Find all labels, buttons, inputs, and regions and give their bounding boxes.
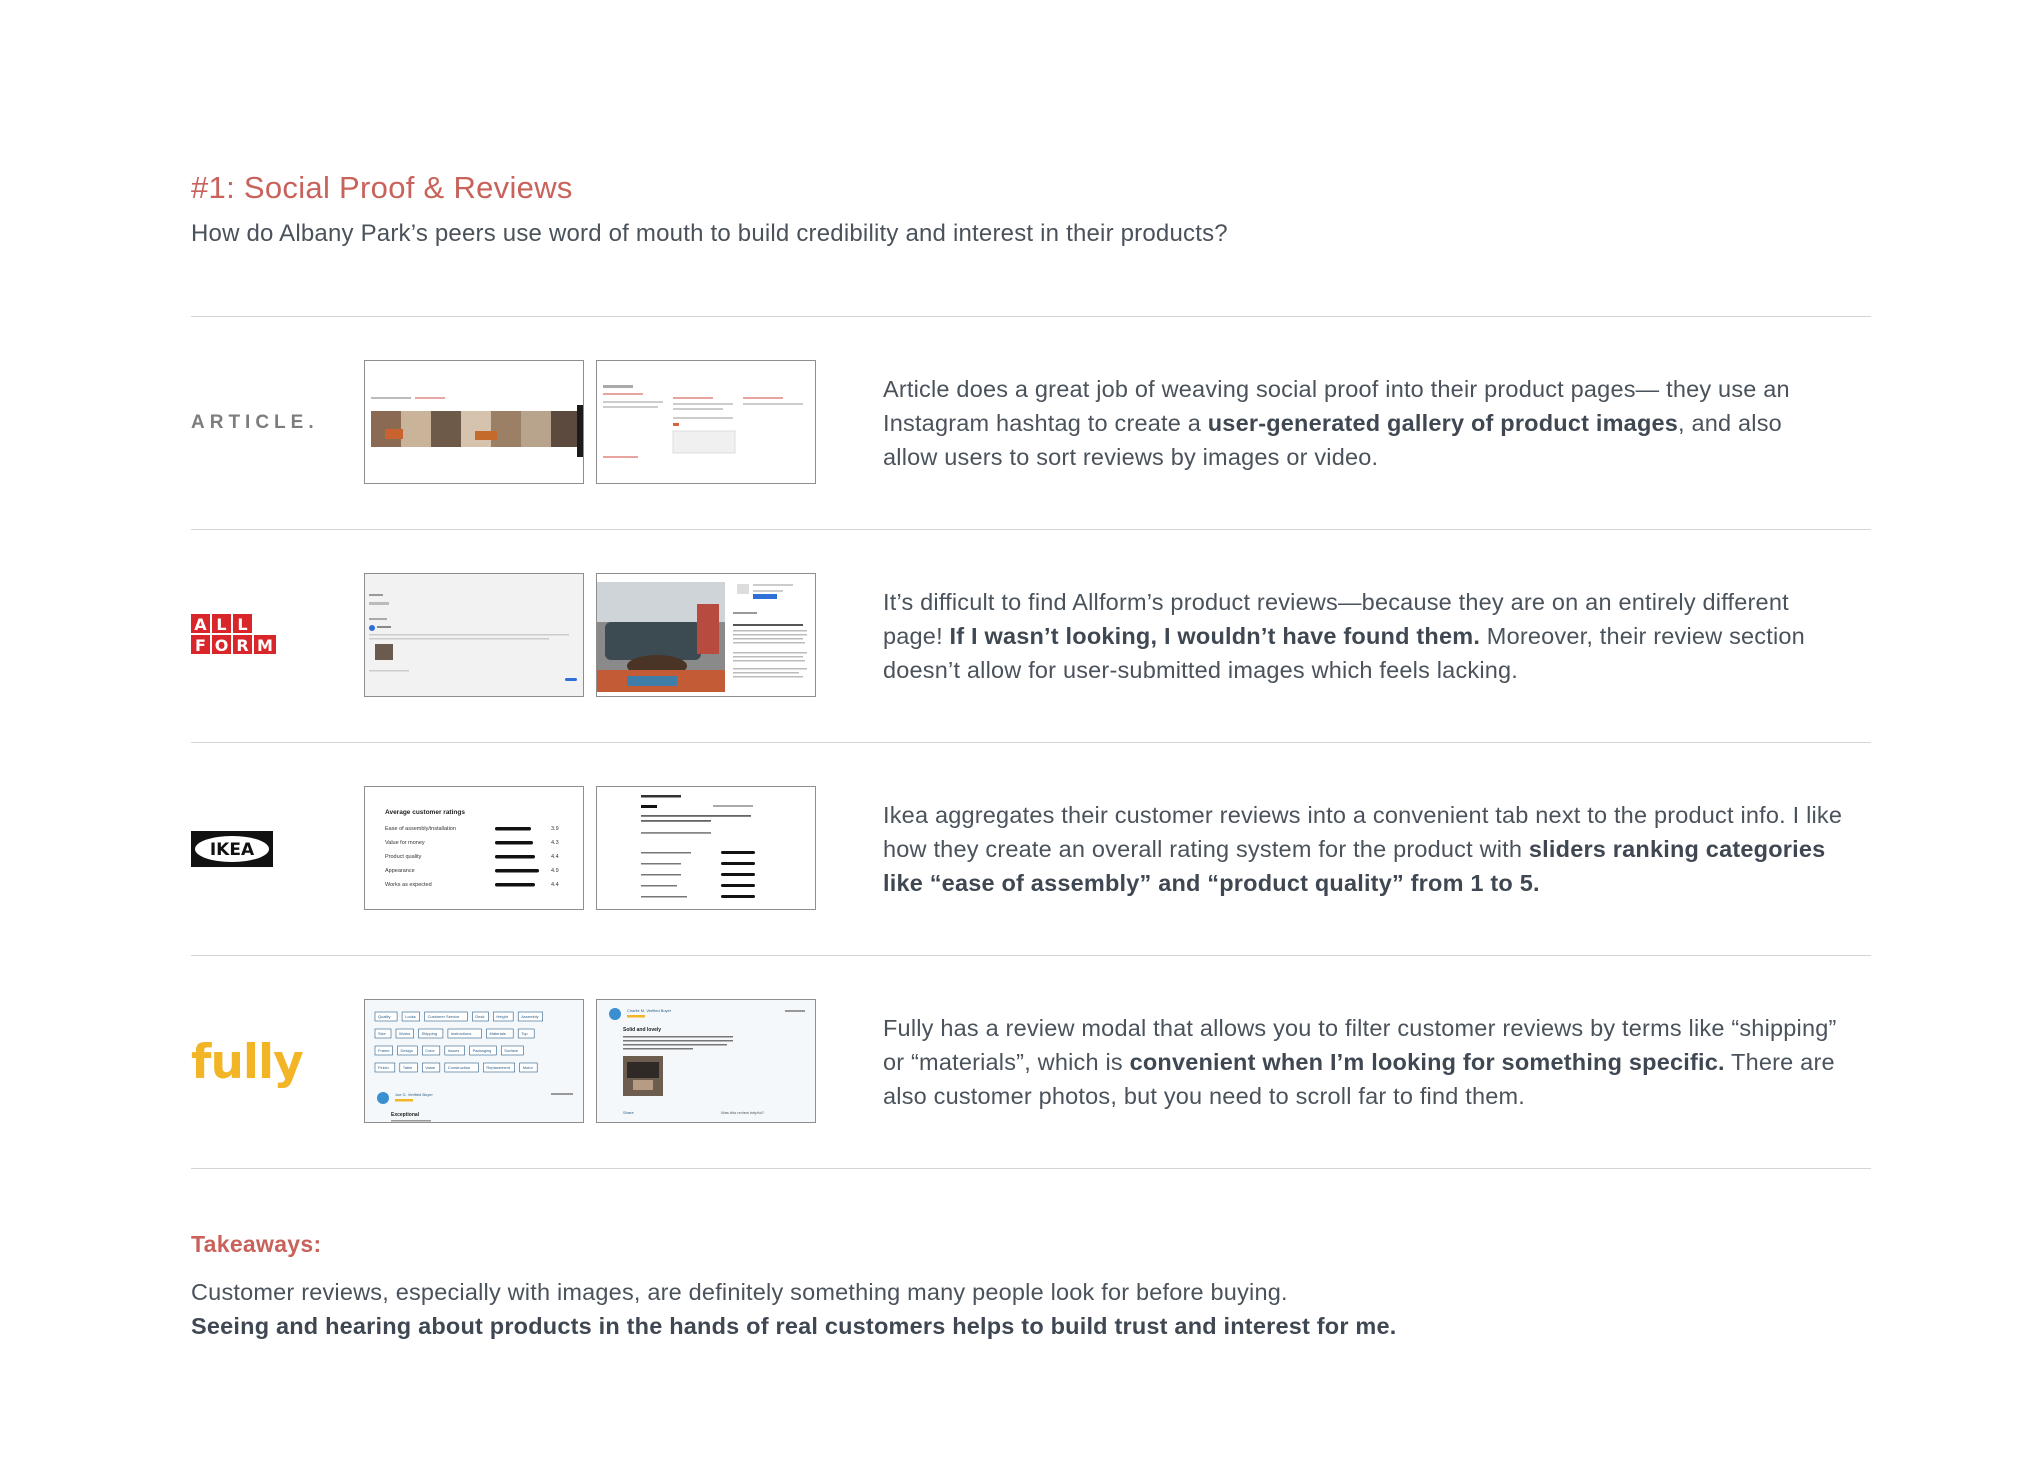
fully-share-link: Share bbox=[623, 1110, 634, 1115]
ikea-rating-label: Ease of assembly/installation bbox=[385, 826, 456, 832]
article-logo-text: ARTICLE. bbox=[191, 412, 319, 433]
ikea-screenshot-average-ratings: Average customer ratings Ease of assembl… bbox=[364, 786, 584, 910]
fully-filter-tag-label: Construction bbox=[448, 1065, 470, 1070]
fully-desc-bold: convenient when I’m looking for somethin… bbox=[1129, 1049, 1725, 1075]
ikea-description: Ikea aggregates their customer reviews i… bbox=[883, 743, 1843, 955]
allform-logo: A L L F O R M bbox=[191, 530, 277, 742]
fully-filter-tag-label: Frame bbox=[378, 1048, 390, 1053]
ikea-rating-label: Appearance bbox=[385, 868, 415, 874]
allform-description: It’s difficult to find Allform’s product… bbox=[883, 530, 1843, 742]
fully-review-title: Exceptional bbox=[391, 1112, 420, 1118]
ikea-rating-value: 4.4 bbox=[551, 882, 559, 888]
fully-filter-tag-label: Finish bbox=[378, 1065, 389, 1070]
brand-row-fully: fully Quality Looks Customer Service Desk He… bbox=[191, 956, 1871, 1168]
ikea-screenshot-single-review bbox=[596, 786, 816, 910]
fully-filter-tag-label: Replacement bbox=[486, 1065, 510, 1070]
takeaways-line-2: Seeing and hearing about products in the… bbox=[191, 1313, 1397, 1339]
ikea-logo-icon: IKEA bbox=[191, 831, 273, 867]
allform-screenshot-product bbox=[596, 573, 816, 697]
fully-filter-tag-label: Table bbox=[403, 1065, 413, 1070]
fully-review-title: Solid and lovely bbox=[623, 1027, 661, 1033]
article-screenshot-reviews bbox=[596, 360, 816, 484]
allform-letter: R bbox=[236, 636, 248, 655]
fully-filter-tag-label: Materials bbox=[490, 1031, 506, 1036]
allform-letter: F bbox=[195, 636, 206, 655]
allform-letter: L bbox=[237, 615, 247, 634]
allform-letter: L bbox=[216, 615, 226, 634]
ikea-rating-label: Works as expected bbox=[385, 882, 432, 888]
fully-description: Fully has a review modal that allows you… bbox=[883, 956, 1843, 1168]
ikea-logo-text: IKEA bbox=[210, 840, 255, 860]
ikea-logo: IKEA bbox=[191, 743, 273, 955]
allform-letter: A bbox=[194, 615, 207, 634]
fully-filter-tag-label: Color bbox=[425, 1048, 435, 1053]
fully-filter-tag-label: Quality bbox=[378, 1014, 390, 1019]
fully-filter-tag-label: Value bbox=[425, 1065, 436, 1070]
divider bbox=[191, 1168, 1871, 1169]
ikea-ratings-heading: Average customer ratings bbox=[385, 809, 465, 816]
fully-helpful-prompt: Was this review helpful? bbox=[721, 1110, 765, 1115]
fully-screenshot-filter-tags: Quality Looks Customer Service Desk Height As… bbox=[364, 999, 584, 1123]
fully-filter-tag-label: Issues bbox=[448, 1048, 460, 1053]
fully-filter-tag-label: Works bbox=[399, 1031, 410, 1036]
page-subtitle: How do Albany Park’s peers use word of m… bbox=[191, 220, 1228, 247]
fully-screenshot-review-photo: Charlie M. Verified Buyer Solid and love… bbox=[596, 999, 816, 1123]
ikea-rating-value: 4.4 bbox=[551, 854, 559, 860]
ikea-rating-value: 3.9 bbox=[551, 826, 559, 832]
allform-letter: O bbox=[215, 636, 229, 655]
fully-reviewer-name: Charlie M. Verified Buyer bbox=[627, 1008, 672, 1013]
fully-filter-tag-label: Looks bbox=[405, 1014, 416, 1019]
fully-filter-tag-label: Assembly bbox=[521, 1014, 538, 1019]
article-desc-bold: user-generated gallery of product images bbox=[1207, 410, 1679, 436]
fully-filter-tag-label: Desk bbox=[475, 1014, 484, 1019]
fully-filter-tag-label: Shipping bbox=[422, 1031, 438, 1036]
fully-filter-tag-label: Instructions bbox=[451, 1031, 471, 1036]
article-screenshot-gallery bbox=[364, 360, 584, 484]
fully-filter-tag-label: Height bbox=[496, 1014, 508, 1019]
fully-filter-tag-label: Design bbox=[401, 1048, 413, 1053]
fully-filter-tag-label: Packaging bbox=[473, 1048, 492, 1053]
allform-letter: M bbox=[257, 636, 273, 655]
fully-logo: fully bbox=[191, 956, 304, 1168]
brand-row-ikea: IKEA Average customer ratings Ease of as… bbox=[191, 743, 1871, 955]
ikea-rating-label: Product quality bbox=[385, 854, 422, 860]
fully-filter-tag-label: Surface bbox=[504, 1048, 519, 1053]
ikea-rating-value: 4.3 bbox=[551, 840, 559, 846]
brand-row-allform: A L L F O R M It’s difficult to find All… bbox=[191, 530, 1871, 742]
allform-desc-bold: If I wasn’t looking, I wouldn’t have fou… bbox=[949, 623, 1481, 649]
brand-row-article: ARTICLE. Article does a great job of wea… bbox=[191, 317, 1871, 529]
fully-filter-tag-label: Motor bbox=[523, 1065, 534, 1070]
takeaways-heading: Takeaways: bbox=[191, 1231, 322, 1257]
fully-filter-tag-label: Customer Service bbox=[428, 1014, 461, 1019]
fully-reviewer-name: Joe G. Verified Buyer bbox=[395, 1092, 433, 1097]
article-logo: ARTICLE. bbox=[191, 317, 319, 529]
allform-logo-icon: A L L F O R M bbox=[191, 614, 276, 655]
fully-filter-tag-label: Top bbox=[521, 1031, 528, 1036]
fully-logo-text: fully bbox=[191, 1034, 304, 1090]
allform-screenshot-reviews-page bbox=[364, 573, 584, 697]
article-description: Article does a great job of weaving soci… bbox=[883, 317, 1843, 529]
ikea-rating-value: 4.9 bbox=[551, 868, 559, 874]
page-title: #1: Social Proof & Reviews bbox=[191, 170, 573, 205]
takeaways-line-1: Customer reviews, especially with images… bbox=[191, 1279, 1288, 1305]
fully-filter-tag-label: Size bbox=[378, 1031, 387, 1036]
ikea-rating-label: Value for money bbox=[385, 840, 425, 846]
